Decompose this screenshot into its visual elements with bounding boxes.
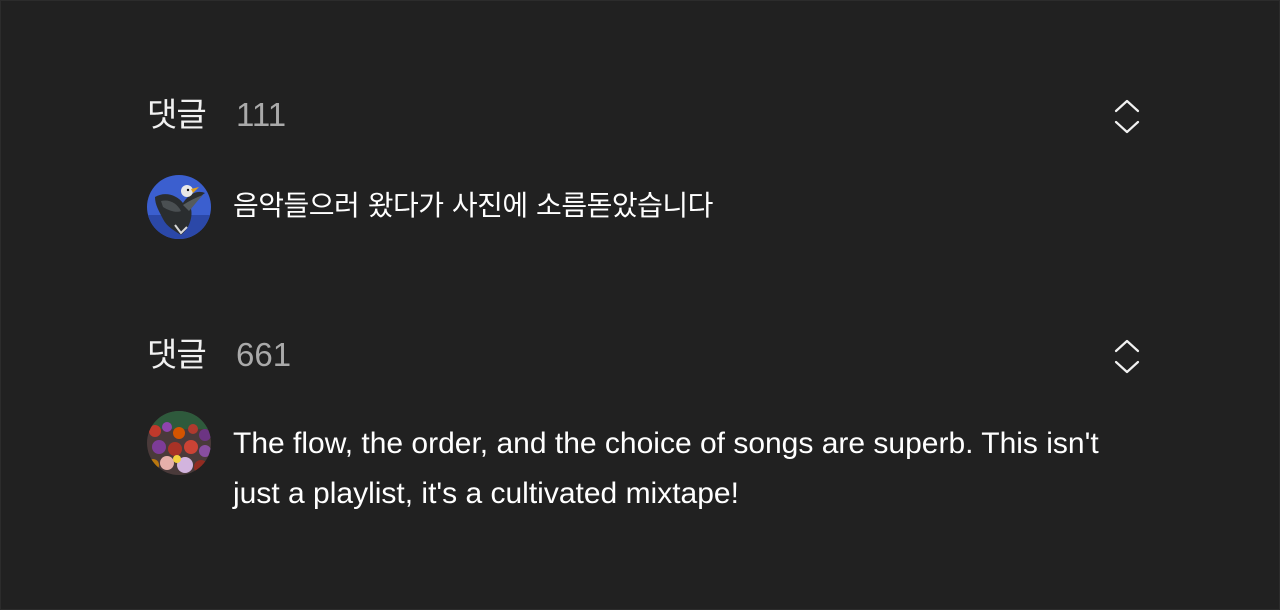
comments-header[interactable]: 댓글 111: [147, 93, 1141, 137]
comment-section-2: 댓글 661 The flow, the order, and the choi…: [147, 333, 1141, 510]
unfold-more-icon[interactable]: [1113, 336, 1141, 376]
comments-header[interactable]: 댓글 661: [147, 333, 1141, 377]
unfold-more-icon[interactable]: [1113, 96, 1141, 136]
avatar[interactable]: [147, 175, 211, 239]
comments-count: 111: [236, 96, 287, 133]
comments-title: 댓글: [147, 335, 207, 374]
avatar[interactable]: [147, 411, 211, 475]
comments-count: 661: [236, 336, 292, 373]
comments-title: 댓글: [147, 95, 207, 134]
comments-screen: 댓글 111 음악들으러 왔다가 사진에 소름돋았습니다 댓글 661 The …: [0, 0, 1280, 610]
comment-text: 음악들으러 왔다가 사진에 소름돋았습니다: [233, 189, 713, 222]
comment-section-1: 댓글 111 음악들으러 왔다가 사진에 소름돋았습니다: [147, 93, 1141, 239]
comment-text: The flow, the order, and the choice of s…: [233, 427, 1099, 510]
